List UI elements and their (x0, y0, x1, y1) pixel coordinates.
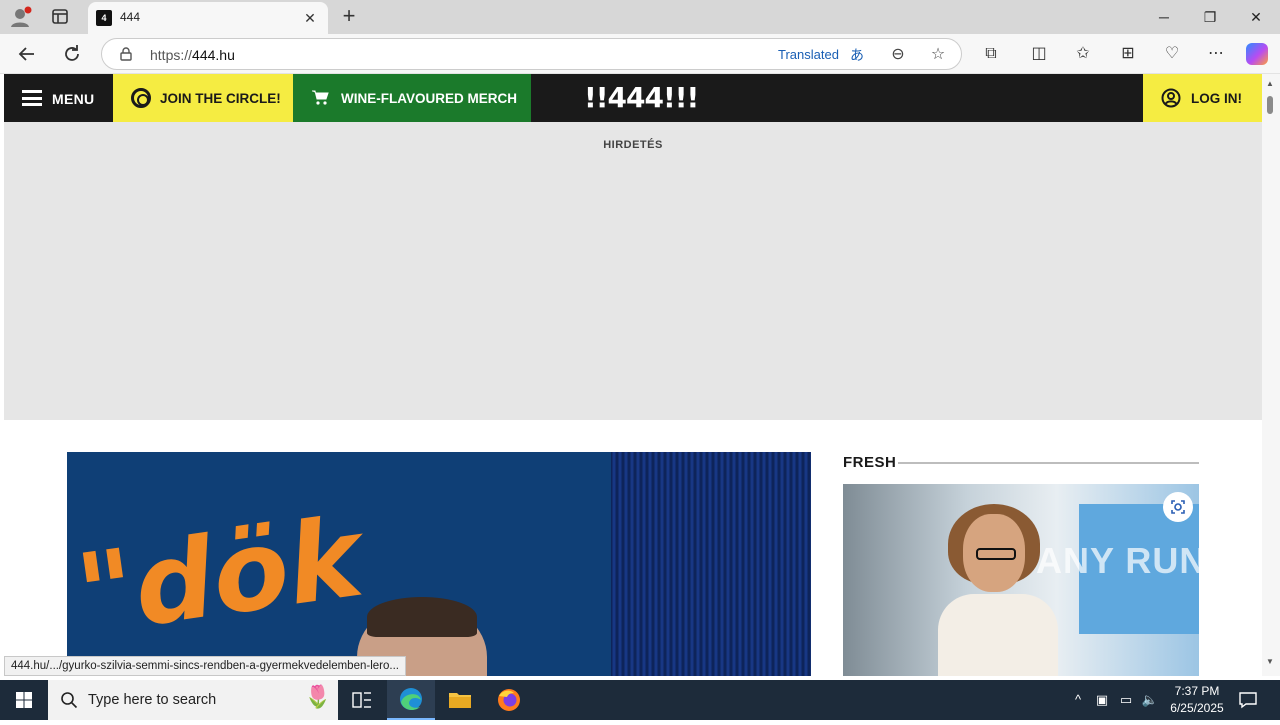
clock-time: 7:37 PM (1174, 684, 1220, 698)
clock-date: 6/25/2025 (1170, 701, 1224, 715)
menu-label: MENU (52, 91, 95, 107)
browser-toolbar: https://444.hu Translated あ ⊖ ☆ ⧉ ◫ ✩ ⊞ … (0, 34, 1280, 74)
translated-label[interactable]: Translated (778, 47, 839, 62)
scroll-up-icon[interactable]: ▲ (1266, 79, 1274, 88)
network-icon[interactable]: ▭ (1117, 691, 1135, 709)
start-button[interactable] (0, 680, 48, 720)
favicon-icon: 4 (96, 10, 112, 26)
fresh-section-title: FRESH (843, 454, 897, 471)
status-bar-url: 444.hu/.../gyurko-szilvia-semmi-sincs-re… (4, 656, 406, 676)
tab-bar: 4 444 ✕ + ─ ❐ ✕ (0, 0, 1280, 34)
show-hidden-icons[interactable]: ^ (1069, 691, 1087, 709)
merch-button[interactable]: WINE-FLAVOURED MERCH (293, 74, 531, 122)
lock-icon[interactable] (119, 47, 133, 61)
user-icon (1161, 88, 1181, 108)
site-header: MENU JOIN THE CIRCLE! WINE-FLAVOURED MER… (4, 74, 1262, 122)
refresh-button[interactable] (60, 42, 84, 66)
volume-icon[interactable]: 🔈 (1141, 691, 1159, 709)
advertisement-area: HIRDETÉS (4, 122, 1262, 420)
split-screen-icon[interactable]: ◫ (1028, 43, 1050, 65)
file-explorer-icon[interactable] (436, 680, 484, 720)
menu-button[interactable]: MENU (4, 74, 113, 122)
search-icon (60, 691, 78, 709)
settings-more-icon[interactable]: ⋯ (1205, 43, 1227, 65)
search-highlight-icon: 🌷 (304, 684, 332, 709)
favorite-star-icon[interactable]: ☆ (928, 45, 948, 65)
login-button[interactable]: LOG IN! (1143, 74, 1262, 122)
profile-icon[interactable] (9, 5, 33, 29)
search-placeholder: Type here to search (88, 692, 217, 708)
close-window-button[interactable]: ✕ (1243, 6, 1269, 28)
watermark-logo: ANY RUN (1036, 540, 1207, 581)
hamburger-icon (22, 90, 42, 106)
minimize-button[interactable]: ─ (1151, 6, 1177, 28)
vertical-scrollbar[interactable]: ▲ ▼ (1262, 74, 1280, 676)
more-info-icon[interactable]: ⊖ (888, 45, 908, 65)
tab-actions-icon[interactable] (48, 6, 72, 28)
join-circle-button[interactable]: JOIN THE CIRCLE! (113, 74, 293, 122)
collections-icon[interactable]: ⊞ (1117, 43, 1139, 65)
edge-taskbar-icon[interactable] (387, 680, 435, 720)
task-view-icon[interactable] (338, 680, 386, 720)
visual-search-icon[interactable] (1163, 492, 1193, 522)
copilot-icon[interactable] (1246, 43, 1268, 65)
web-page: MENU JOIN THE CIRCLE! WINE-FLAVOURED MER… (4, 74, 1262, 676)
firefox-icon[interactable] (485, 680, 533, 720)
close-tab-icon[interactable]: ✕ (302, 10, 318, 26)
login-label: LOG IN! (1191, 91, 1242, 106)
notification-icon[interactable] (1238, 690, 1258, 710)
system-clock[interactable]: 7:37 PM 6/25/2025 (1166, 683, 1228, 717)
url-text[interactable]: https://444.hu (150, 47, 235, 63)
browser-essentials-icon[interactable]: ♡ (1161, 43, 1183, 65)
extensions-icon[interactable]: ⧉ (980, 43, 1002, 65)
hero-article-image[interactable]: "dök (67, 452, 811, 676)
taskbar: Type here to search 🌷 ^ ▣ ▭ 🔈 7:37 PM 6/… (0, 680, 1280, 720)
cart-icon (311, 88, 329, 106)
taskbar-search[interactable]: Type here to search 🌷 (48, 680, 338, 720)
tab-title: 444 (120, 10, 141, 24)
merch-label: WINE-FLAVOURED MERCH (341, 91, 517, 106)
favorites-icon[interactable]: ✩ (1072, 43, 1094, 65)
section-divider (898, 462, 1199, 464)
address-bar[interactable]: https://444.hu Translated あ ⊖ ☆ (101, 38, 962, 70)
scroll-down-icon[interactable]: ▼ (1266, 657, 1274, 666)
ad-label: HIRDETÉS (603, 139, 663, 151)
scrollbar-thumb[interactable] (1267, 96, 1273, 114)
meet-now-icon[interactable]: ▣ (1093, 691, 1111, 709)
site-logo[interactable]: !!444!!! (584, 83, 699, 113)
restore-button[interactable]: ❐ (1197, 6, 1223, 28)
back-button[interactable] (15, 42, 39, 66)
browser-tab[interactable]: 4 444 ✕ (88, 2, 328, 34)
join-circle-label: JOIN THE CIRCLE! (160, 91, 281, 106)
new-tab-button[interactable]: + (338, 5, 360, 28)
translate-icon[interactable]: あ (850, 45, 868, 63)
circle-icon (131, 88, 151, 108)
